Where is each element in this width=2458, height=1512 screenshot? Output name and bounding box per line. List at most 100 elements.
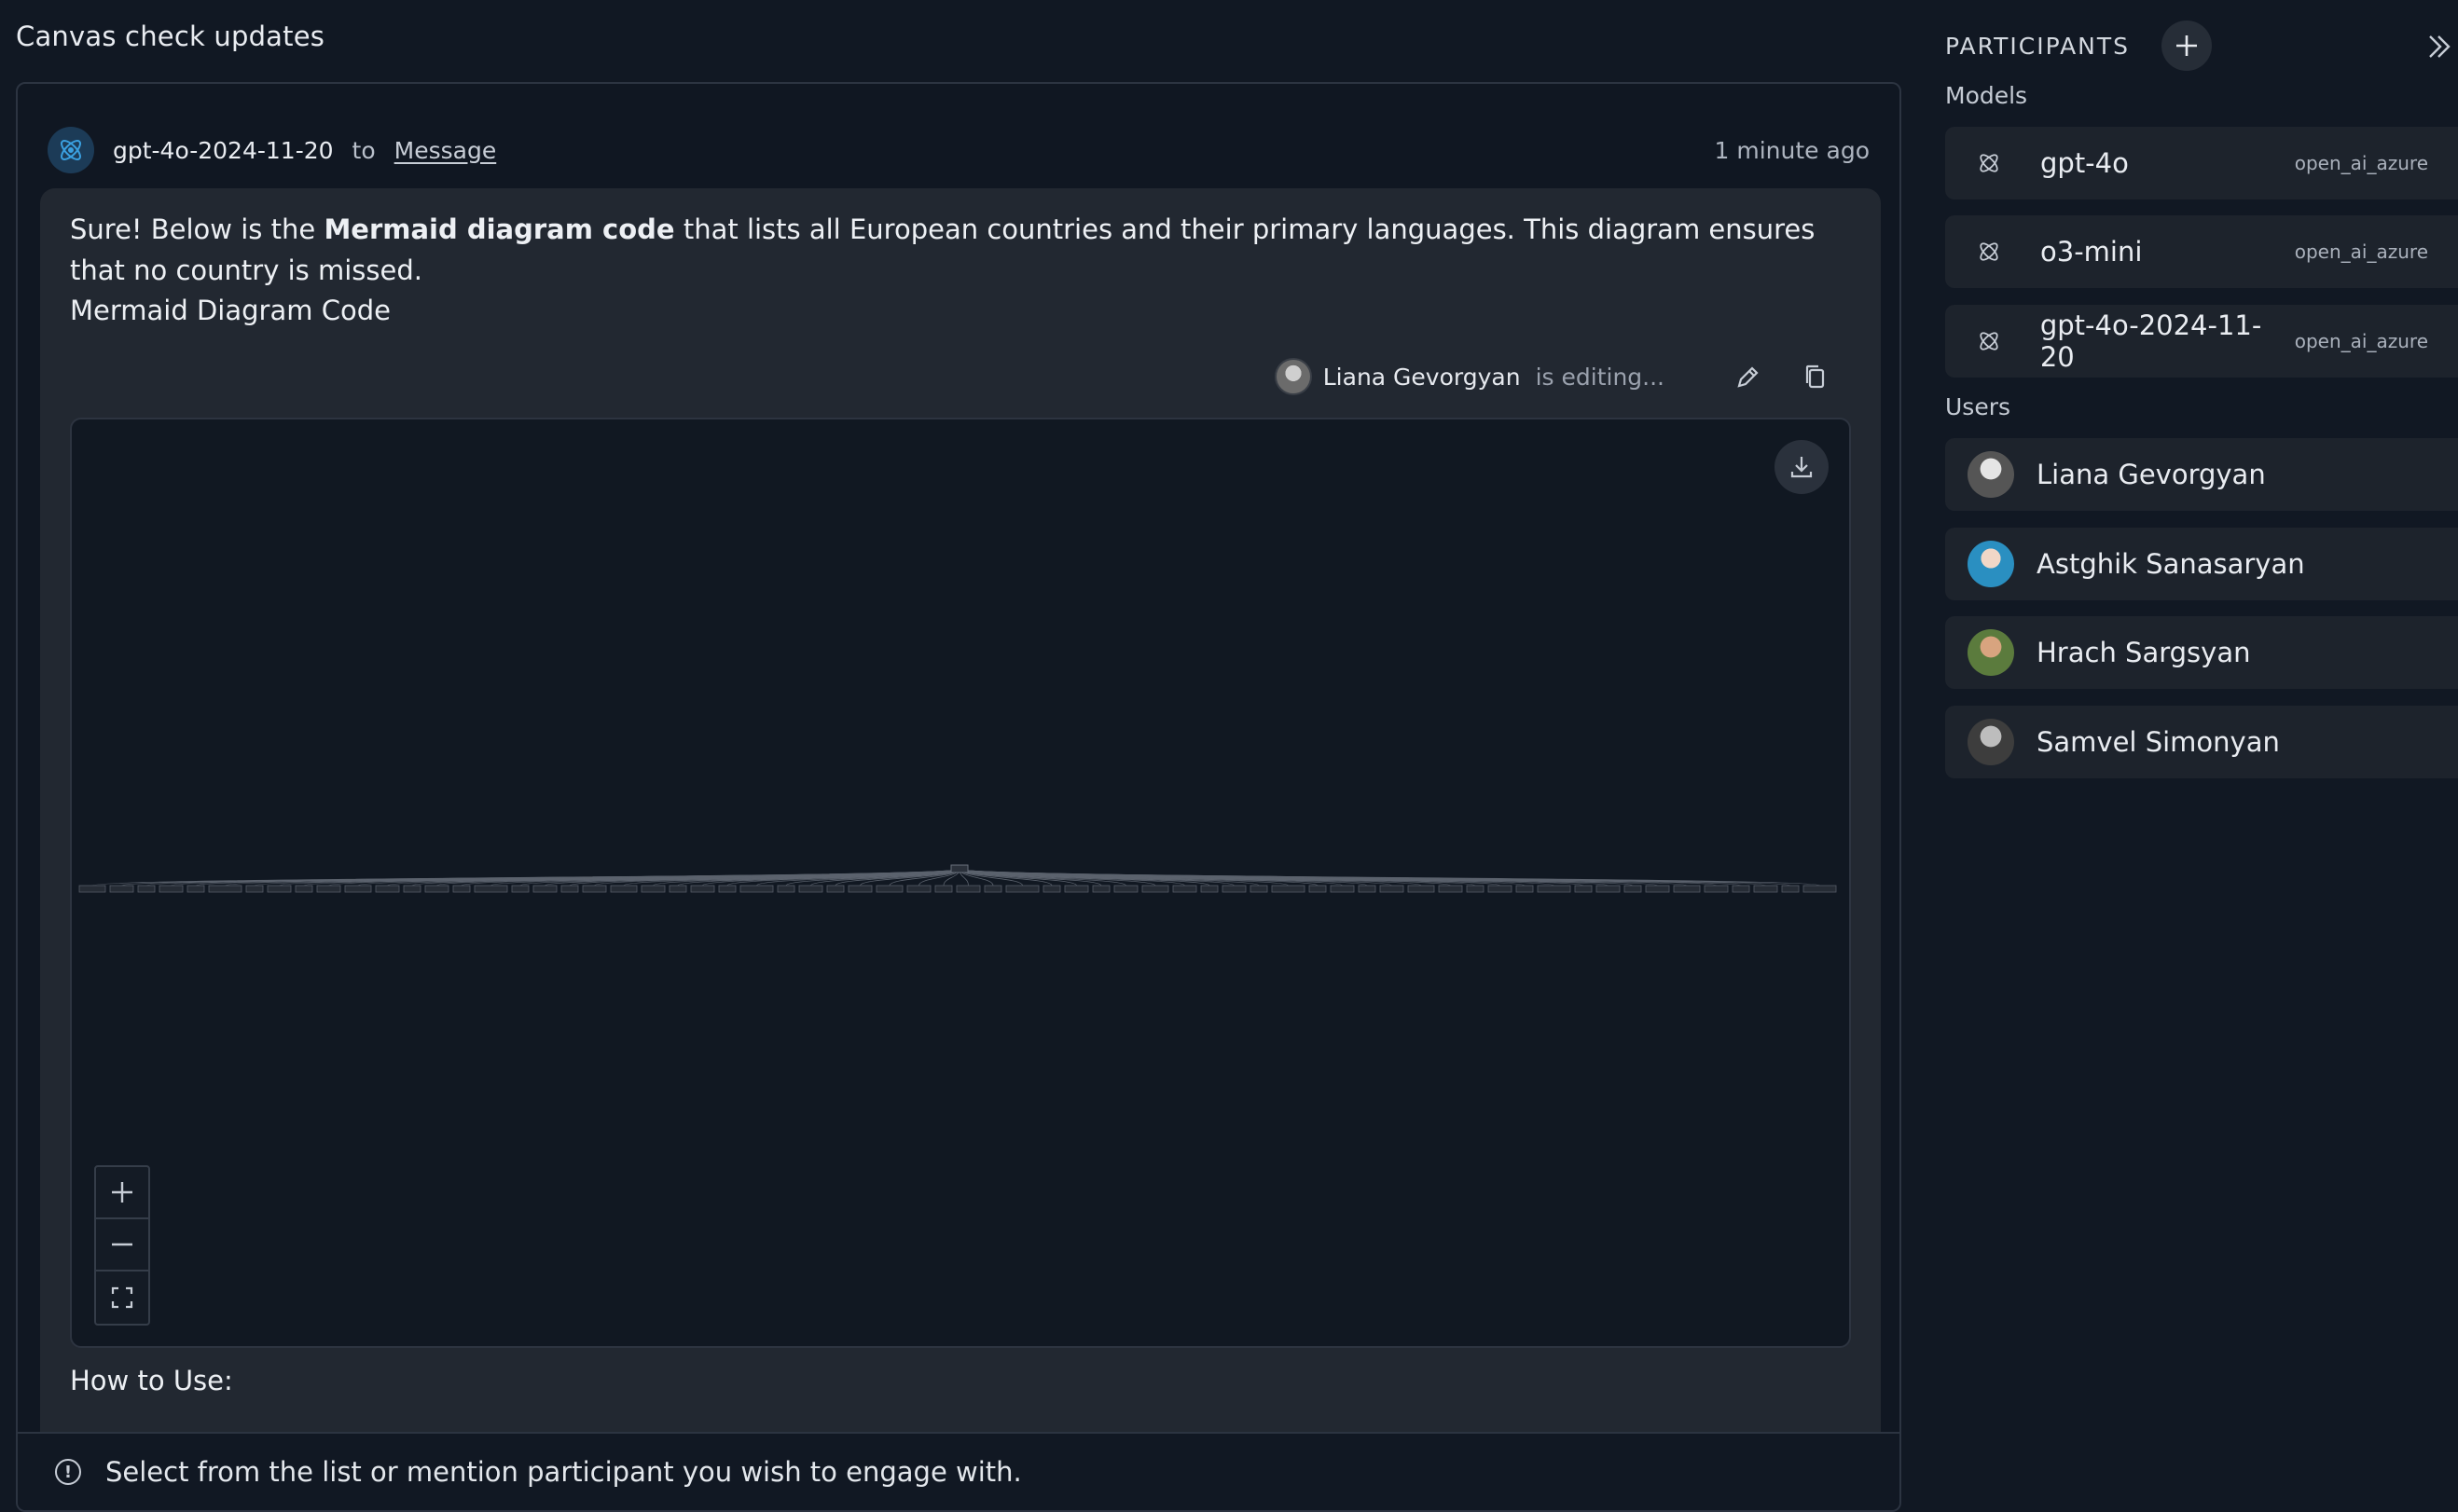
- diagram-node: [876, 885, 904, 893]
- diagram-node: [906, 885, 932, 893]
- diagram-node: [267, 885, 292, 893]
- participant-model-row[interactable]: o3-mini open_ai_azure: [1945, 215, 2458, 288]
- model-provider: open_ai_azure: [2294, 330, 2428, 352]
- diagram-node: [1781, 885, 1800, 893]
- plus-icon: [2176, 35, 2198, 56]
- zoom-controls: [94, 1165, 150, 1326]
- diagram-node: [1645, 885, 1670, 893]
- message-thread: gpt-4o-2024-11-20 to Message 1 minute ag…: [16, 82, 1901, 1512]
- diagram-node: [1064, 885, 1089, 893]
- zoom-in-button[interactable]: [96, 1167, 148, 1219]
- users-label: Users: [1945, 393, 2011, 420]
- diagram-node: [610, 885, 638, 893]
- user-name: Liana Gevorgyan: [2037, 459, 2266, 490]
- diagram-node: [245, 885, 264, 893]
- participants-title: PARTICIPANTS: [1945, 32, 2131, 60]
- diagram-node: [1537, 885, 1571, 893]
- minus-icon: [112, 1243, 132, 1246]
- editor-avatar: [1274, 358, 1312, 395]
- diagram-node: [375, 885, 400, 893]
- diagram-node: [1673, 885, 1701, 893]
- diagram-graph: [78, 864, 1837, 893]
- diagram-node: [669, 885, 687, 893]
- user-avatar: [1968, 629, 2014, 676]
- participant-user-row[interactable]: Samvel Simonyan: [1945, 706, 2458, 778]
- canvas-toolbar: Liana Gevorgyan is editing...: [1274, 356, 1836, 397]
- diagram-node: [1005, 885, 1040, 893]
- diagram-node: [1172, 885, 1197, 893]
- participant-user-row[interactable]: Liana Gevorgyan: [1945, 438, 2458, 511]
- model-name: o3-mini: [2040, 236, 2143, 268]
- participant-notice: ! Select from the list or mention partic…: [18, 1432, 1899, 1510]
- diagram-node: [1141, 885, 1169, 893]
- model-avatar: [48, 127, 94, 173]
- download-button[interactable]: [1774, 440, 1829, 494]
- edit-button[interactable]: [1728, 356, 1769, 397]
- mermaid-diagram-canvas[interactable]: [70, 418, 1851, 1348]
- zoom-out-button[interactable]: [96, 1219, 148, 1271]
- diagram-node: [186, 885, 205, 893]
- diagram-node: [159, 885, 184, 893]
- add-participant-button[interactable]: [2161, 21, 2213, 71]
- diagram-node: [1407, 885, 1435, 893]
- collapse-panel-button[interactable]: [2421, 28, 2458, 65]
- diagram-node: [1330, 885, 1355, 893]
- diagram-node: [1487, 885, 1512, 893]
- diagram-node: [718, 885, 737, 893]
- atom-icon: [1975, 238, 2003, 266]
- download-icon: [1790, 457, 1813, 478]
- diagram-root-node: [950, 864, 969, 873]
- diagram-node: [474, 885, 508, 893]
- intro-text: Sure! Below is the: [70, 213, 325, 245]
- diagram-node: [344, 885, 372, 893]
- diagram-node: [826, 885, 845, 893]
- participants-header: PARTICIPANTS: [1945, 21, 2458, 71]
- diagram-node: [1358, 885, 1376, 893]
- intro-bold-text: Mermaid diagram code: [324, 213, 675, 245]
- models-label: Models: [1945, 82, 2028, 109]
- user-avatar: [1968, 451, 2014, 498]
- message-intro: Sure! Below is the Mermaid diagram code …: [70, 209, 1842, 291]
- diagram-node: [1574, 885, 1593, 893]
- atom-icon: [61, 140, 81, 160]
- section-heading: Mermaid Diagram Code: [70, 295, 391, 326]
- model-provider: open_ai_azure: [2294, 241, 2428, 263]
- diagram-node: [1250, 885, 1268, 893]
- participant-user-row[interactable]: Hrach Sargsyan: [1945, 616, 2458, 689]
- info-icon: !: [55, 1459, 81, 1485]
- copy-button[interactable]: [1795, 356, 1836, 397]
- target-link[interactable]: Message: [394, 137, 497, 164]
- copy-icon: [1805, 364, 1825, 389]
- diagram-node: [1466, 885, 1484, 893]
- diagram-node: [641, 885, 666, 893]
- participant-user-row[interactable]: Astghik Sanasaryan: [1945, 528, 2458, 600]
- diagram-node: [1704, 885, 1729, 893]
- model-name: gpt-4o: [2040, 147, 2129, 179]
- message-timestamp: 1 minute ago: [1714, 136, 1870, 164]
- diagram-node: [316, 885, 341, 893]
- diagram-node: [798, 885, 823, 893]
- participant-model-row[interactable]: gpt-4o-2024-11-20 open_ai_azure: [1945, 305, 2458, 378]
- diagram-node: [1438, 885, 1463, 893]
- diagram-node: [109, 885, 134, 893]
- diagram-node: [777, 885, 795, 893]
- diagram-node: [690, 885, 715, 893]
- fit-screen-icon: [111, 1286, 133, 1309]
- notice-text: Select from the list or mention particip…: [105, 1456, 1022, 1488]
- how-to-heading: How to Use:: [70, 1365, 233, 1396]
- double-chevron-right-icon: [2429, 35, 2451, 58]
- diagram-node: [1379, 885, 1404, 893]
- diagram-node: [1753, 885, 1778, 893]
- editor-name: Liana Gevorgyan: [1322, 363, 1521, 391]
- diagram-node: [934, 885, 953, 893]
- participant-model-row[interactable]: gpt-4o open_ai_azure: [1945, 127, 2458, 199]
- sender-name[interactable]: gpt-4o-2024-11-20: [113, 137, 334, 164]
- diagram-node: [403, 885, 421, 893]
- diagram-node: [1623, 885, 1642, 893]
- atom-icon: [1975, 327, 2003, 355]
- page-title: Canvas check updates: [16, 21, 325, 52]
- fit-view-button[interactable]: [96, 1271, 148, 1324]
- diagram-node: [848, 885, 873, 893]
- diagram-node: [1043, 885, 1061, 893]
- app-root: Canvas check updates gpt-4o-2024-11-20 t…: [0, 0, 2458, 1512]
